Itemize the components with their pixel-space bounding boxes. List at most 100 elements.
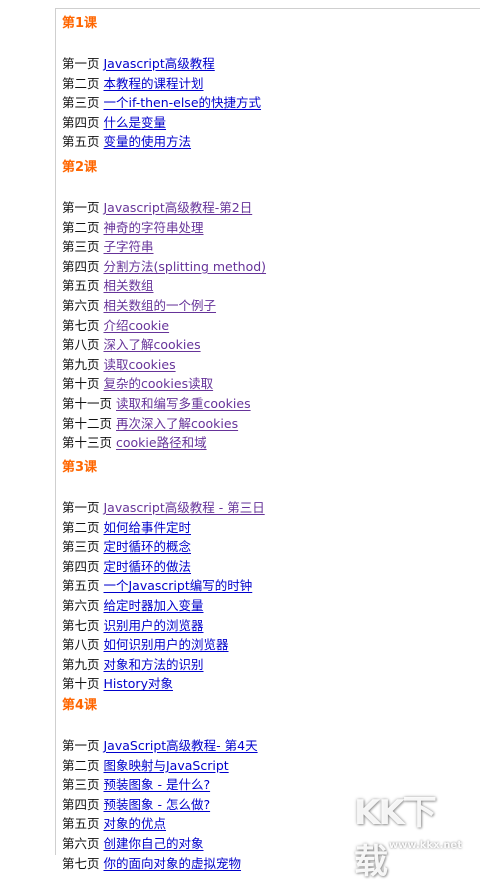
lesson-page-row: 第六页 给定时器加入变量 xyxy=(62,596,265,616)
lesson-page-link[interactable]: 神奇的字符串处理 xyxy=(104,220,204,235)
lesson-page-link[interactable]: 再次深入了解cookies xyxy=(116,416,238,431)
lesson-page-link[interactable]: 读取和编写多重cookies xyxy=(116,396,251,411)
lesson-page-link[interactable]: Javascript高级教程 xyxy=(104,56,215,71)
lesson-page-link[interactable]: 一个Javascript编写的时钟 xyxy=(104,578,253,593)
lesson-page-link[interactable]: JavaScript高级教程- 第4天 xyxy=(104,738,258,753)
lesson-page-link[interactable]: Javascript高级教程-第2日 xyxy=(104,200,253,215)
lesson-page-link[interactable]: 变量的使用方法 xyxy=(104,134,192,149)
lesson-page-link[interactable]: 如何给事件定时 xyxy=(104,520,192,535)
page-number-label: 第七页 xyxy=(62,855,100,871)
page-number-label: 第九页 xyxy=(62,656,100,672)
lesson-page-list: 第一页 Javascript高级教程 第二页 本教程的课程计划 第三页 一个if-t… xyxy=(62,54,261,152)
lesson-page-link[interactable]: cookie路径和域 xyxy=(116,435,207,450)
page-number-label: 第二页 xyxy=(62,219,100,235)
lesson-page-row: 第三页 定时循环的概念 xyxy=(62,537,265,557)
lesson-page-row: 第六页 创建你自己的对象 xyxy=(62,834,258,854)
page-number-label: 第二页 xyxy=(62,75,100,91)
lesson-page-row: 第十页 复杂的cookies读取 xyxy=(62,374,266,394)
lesson-page-row: 第四页 预装图象 - 怎么做? xyxy=(62,795,258,815)
lesson-page-link[interactable]: 图象映射与JavaScript xyxy=(104,758,229,773)
lesson-page-list: 第一页 JavaScript高级教程- 第4天 第二页 图象映射与JavaScri… xyxy=(62,736,258,873)
lesson-page-row: 第七页 介绍cookie xyxy=(62,316,266,336)
lesson-page-link[interactable]: 子字符串 xyxy=(104,239,154,254)
lesson-page-row: 第五页 对象的优点 xyxy=(62,814,258,834)
watermark-url: www.kkx.net xyxy=(388,840,462,851)
lesson-page-link[interactable]: 创建你自己的对象 xyxy=(104,836,204,851)
lesson-page-row: 第八页 深入了解cookies xyxy=(62,335,266,355)
page-number-label: 第七页 xyxy=(62,617,100,633)
lesson-page-row: 第一页 Javascript高级教程 - 第三日 xyxy=(62,498,265,518)
lesson-page-link[interactable]: 相关数组的一个例子 xyxy=(104,298,217,313)
lesson-page-row: 第一页 Javascript高级教程 xyxy=(62,54,261,74)
page-number-label: 第十三页 xyxy=(62,435,113,451)
lesson-page-link[interactable]: History对象 xyxy=(104,676,173,691)
lesson-page-list: 第一页 Javascript高级教程-第2日 第二页 神奇的字符串处理 第三页 子字… xyxy=(62,198,266,453)
lesson-page-row: 第十一页 读取和编写多重cookies xyxy=(62,394,266,414)
page-number-label: 第一页 xyxy=(62,200,100,215)
lesson-page-row: 第七页 识别用户的浏览器 xyxy=(62,616,265,636)
lesson-block: 第3课 第一页 Javascript高级教程 - 第三日 第二页 如何给事件定时 第三… xyxy=(62,458,265,694)
lesson-page-row: 第十页 History对象 xyxy=(62,674,265,694)
page-number-label: 第四页 xyxy=(62,558,100,574)
page-number-label: 第五页 xyxy=(62,816,100,832)
lesson-page-list: 第一页 Javascript高级教程 - 第三日 第二页 如何给事件定时 第三页 定… xyxy=(62,498,265,694)
lesson-page-row: 第五页 一个Javascript编写的时钟 xyxy=(62,576,265,596)
lesson-page-link[interactable]: 识别用户的浏览器 xyxy=(104,618,204,633)
lesson-page-row: 第三页 预装图象 - 是什么? xyxy=(62,775,258,795)
lesson-page-row: 第二页 如何给事件定时 xyxy=(62,518,265,538)
page-number-label: 第八页 xyxy=(62,337,100,353)
page-number-label: 第四页 xyxy=(62,114,100,130)
page-number-label: 第二页 xyxy=(62,519,100,535)
page-number-label: 第一页 xyxy=(62,738,100,753)
lesson-page-row: 第三页 一个if-then-else的快捷方式 xyxy=(62,93,261,113)
page-number-label: 第五页 xyxy=(62,134,100,150)
lesson-page-link[interactable]: 复杂的cookies读取 xyxy=(104,376,214,391)
lesson-page-row: 第一页 JavaScript高级教程- 第4天 xyxy=(62,736,258,756)
lesson-page-link[interactable]: 本教程的课程计划 xyxy=(104,76,204,91)
lesson-page-link[interactable]: 介绍cookie xyxy=(104,318,170,333)
page-number-label: 第一页 xyxy=(62,56,100,71)
lesson-page-link[interactable]: 什么是变量 xyxy=(104,115,167,130)
page-number-label: 第三页 xyxy=(62,539,100,555)
lesson-page-link[interactable]: 给定时器加入变量 xyxy=(104,598,204,613)
kk-watermark: KK下载 www.kkx.net xyxy=(354,783,474,882)
lesson-page-row: 第八页 如何识别用户的浏览器 xyxy=(62,635,265,655)
page-number-label: 第五页 xyxy=(62,578,100,594)
lesson-page-link[interactable]: 定时循环的做法 xyxy=(104,559,192,574)
lesson-page-link[interactable]: 定时循环的概念 xyxy=(104,539,192,554)
lesson-page-link[interactable]: 对象的优点 xyxy=(104,816,167,831)
page-number-label: 第十二页 xyxy=(62,415,113,431)
lesson-page-link[interactable]: 分割方法(splitting method) xyxy=(104,259,267,274)
lesson-page-row: 第二页 本教程的课程计划 xyxy=(62,74,261,94)
page-number-label: 第十一页 xyxy=(62,395,113,411)
page-number-label: 第一页 xyxy=(62,500,100,515)
lesson-page-link[interactable]: 一个if-then-else的快捷方式 xyxy=(104,95,262,110)
page-number-label: 第三页 xyxy=(62,239,100,255)
lesson-page-link[interactable]: 预装图象 - 怎么做? xyxy=(104,797,211,812)
lesson-page-link[interactable]: 深入了解cookies xyxy=(104,337,201,352)
page-number-label: 第十页 xyxy=(62,676,100,692)
lesson-index-page: 第1课 第一页 Javascript高级教程 第二页 本教程的课程计划 第三页 一个i… xyxy=(55,8,480,871)
lesson-page-row: 第一页 Javascript高级教程-第2日 xyxy=(62,198,266,218)
lesson-title: 第4课 xyxy=(62,698,98,713)
lesson-block: 第4课 第一页 JavaScript高级教程- 第4天 第二页 图象映射与JavaS… xyxy=(62,696,258,873)
lesson-page-link[interactable]: Javascript高级教程 - 第三日 xyxy=(104,500,265,515)
page-number-label: 第十页 xyxy=(62,376,100,392)
lesson-page-link[interactable]: 读取cookies xyxy=(104,357,176,372)
lesson-page-link[interactable]: 相关数组 xyxy=(104,278,154,293)
lesson-page-row: 第七页 你的面向对象的虚拟宠物 xyxy=(62,854,258,874)
lesson-page-link[interactable]: 如何识别用户的浏览器 xyxy=(104,637,229,652)
page-number-label: 第二页 xyxy=(62,757,100,773)
lesson-page-link[interactable]: 对象和方法的识别 xyxy=(104,657,204,672)
lesson-page-link[interactable]: 预装图象 - 是什么? xyxy=(104,777,211,792)
page-number-label: 第九页 xyxy=(62,356,100,372)
watermark-logo: KK下载 xyxy=(354,793,437,882)
lesson-page-link[interactable]: 你的面向对象的虚拟宠物 xyxy=(104,856,242,871)
lesson-page-row: 第二页 图象映射与JavaScript xyxy=(62,756,258,776)
lesson-page-row: 第十三页 cookie路径和域 xyxy=(62,433,266,453)
page-number-label: 第五页 xyxy=(62,278,100,294)
lesson-title: 第1课 xyxy=(62,16,98,31)
lesson-page-row: 第四页 分割方法(splitting method) xyxy=(62,257,266,277)
page-number-label: 第七页 xyxy=(62,317,100,333)
lesson-page-row: 第十二页 再次深入了解cookies xyxy=(62,414,266,434)
